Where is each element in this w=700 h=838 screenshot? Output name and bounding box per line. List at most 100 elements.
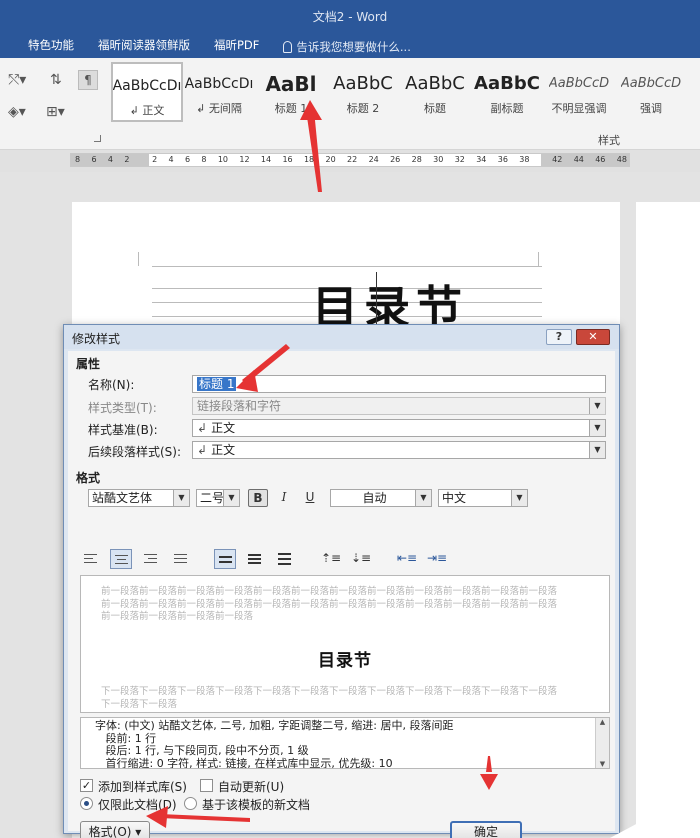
- ok-button[interactable]: 确定: [450, 821, 522, 838]
- chevron-down-icon[interactable]: ▼: [589, 442, 605, 458]
- close-button[interactable]: ✕: [576, 329, 610, 345]
- style-description: 字体: (中文) 站酷文艺体, 二号, 加粗, 字距调整二号, 缩进: 居中, …: [80, 717, 610, 769]
- style-sample: AaBl: [265, 72, 317, 96]
- style-name: 强调: [640, 102, 662, 115]
- header-corner-mark: [138, 252, 139, 266]
- style-sample: AaBbCcD: [548, 76, 610, 91]
- borders-icon[interactable]: ⊞▾: [46, 104, 65, 120]
- style-subtitle[interactable]: AaBbC 副标题: [471, 62, 543, 122]
- underline-button[interactable]: U: [300, 489, 320, 507]
- next-style-select[interactable]: ↲ 正文 ▼: [192, 441, 606, 459]
- format-menu-button[interactable]: 格式(O) ▾: [80, 821, 150, 838]
- asian-layout-icon[interactable]: ⤲▾: [8, 72, 26, 88]
- ruler-number: 28: [411, 155, 422, 164]
- bold-button[interactable]: B: [248, 489, 268, 507]
- new-docs-template-radio[interactable]: [184, 797, 197, 810]
- paragraph-format-toolbar: ⇡≡ ⇣≡ ⇤≡ ⇥≡: [80, 549, 550, 569]
- based-on-select[interactable]: ↲ 正文 ▼: [192, 419, 606, 437]
- style-heading-2[interactable]: AaBbC 标题 2: [327, 62, 399, 122]
- style-name: 标题 1: [274, 102, 308, 115]
- paragraph-launcher-icon[interactable]: [94, 135, 101, 142]
- horizontal-ruler[interactable]: 8 6 4 2 2 4 6 8 10 12 14 16 18 20 22 24 …: [70, 153, 630, 167]
- space-after-icon[interactable]: ⇣≡: [350, 549, 372, 569]
- align-right-icon[interactable]: [140, 549, 162, 569]
- align-left-icon[interactable]: [80, 549, 102, 569]
- font-color-select[interactable]: 自动 ▼: [330, 489, 432, 507]
- next-page-edge: [636, 202, 700, 838]
- styles-group-label: 样式: [598, 134, 620, 147]
- chevron-down-icon: ▼: [589, 398, 605, 414]
- script-select[interactable]: 中文 ▼: [438, 489, 528, 507]
- tab-features[interactable]: 特色功能: [0, 36, 86, 58]
- font-value: 站酷文艺体: [92, 491, 153, 505]
- header-divider: [152, 266, 542, 267]
- based-on-label: 样式基准(B):: [88, 423, 158, 437]
- ruler-number: 6: [184, 155, 191, 164]
- chevron-down-icon[interactable]: ▼: [173, 490, 189, 506]
- tab-foxit-reader[interactable]: 福昕阅读器领鲜版: [86, 36, 202, 58]
- script-value: 中文: [442, 491, 467, 505]
- ribbon-tabs: 特色功能 福昕阅读器领鲜版 福昕PDF 告诉我您想要做什么...: [0, 36, 423, 58]
- help-button[interactable]: ?: [546, 329, 572, 345]
- style-no-spacing[interactable]: AaBbCcDı ↲ 无间隔: [183, 62, 255, 122]
- preview-heading: 目录节: [318, 651, 372, 671]
- ruler-number: 26: [390, 155, 401, 164]
- title-bar: 文档2 - Word 特色功能 福昕阅读器领鲜版 福昕PDF 告诉我您想要做什么…: [0, 0, 700, 58]
- sort-icon[interactable]: ⇅: [50, 72, 62, 88]
- one-half-spacing-icon[interactable]: [244, 549, 266, 569]
- style-normal[interactable]: AaBbCcDı ↲ 正文: [111, 62, 183, 122]
- chevron-down-icon[interactable]: ▼: [511, 490, 527, 506]
- style-sample: AaBbC: [405, 73, 465, 94]
- only-this-document-radio[interactable]: [80, 797, 93, 810]
- new-docs-template-label: 基于该模板的新文档: [202, 798, 311, 812]
- auto-update-checkbox[interactable]: [200, 779, 213, 792]
- preview-previous-paragraph: 前一段落前一段落前一段落前一段落前一段落前一段落前一段落前一段落前一段落前一段落…: [101, 586, 558, 622]
- ruler-number: 22: [347, 155, 358, 164]
- ruler-band: 8 6 4 2 2 4 6 8 10 12 14 16 18 20 22 24 …: [0, 150, 700, 172]
- align-center-icon[interactable]: [110, 549, 132, 569]
- scroll-down-icon[interactable]: ▼: [596, 760, 609, 768]
- chevron-down-icon[interactable]: ▼: [415, 490, 431, 506]
- font-select[interactable]: 站酷文艺体 ▼: [88, 489, 190, 507]
- style-description-text: 字体: (中文) 站酷文艺体, 二号, 加粗, 字距调整二号, 缩进: 居中, …: [95, 719, 454, 769]
- chevron-down-icon[interactable]: ▼: [589, 420, 605, 436]
- format-section-label: 格式: [76, 471, 101, 485]
- description-scrollbar[interactable]: ▲ ▼: [595, 718, 609, 768]
- style-sample: AaBbCcDı: [184, 76, 254, 92]
- paragraph-icon: ↲: [197, 421, 208, 435]
- justify-icon[interactable]: [170, 549, 192, 569]
- add-to-gallery-checkbox[interactable]: ✓: [80, 779, 93, 792]
- style-name: 副标题: [490, 102, 524, 115]
- style-type-value: 链接段落和字符: [197, 399, 282, 413]
- space-before-icon[interactable]: ⇡≡: [320, 549, 342, 569]
- decrease-indent-icon[interactable]: ⇤≡: [396, 549, 418, 569]
- style-name: ↲ 无间隔: [196, 102, 242, 115]
- style-sample: AaBbCcDı: [112, 78, 182, 94]
- style-heading-1[interactable]: AaBl 标题 1: [255, 62, 327, 122]
- auto-update-label: 自动更新(U): [218, 780, 285, 794]
- ruler-number: 48: [616, 155, 627, 164]
- increase-indent-icon[interactable]: ⇥≡: [426, 549, 448, 569]
- style-sample: AaBbC: [474, 73, 540, 94]
- italic-button[interactable]: I: [274, 489, 294, 507]
- size-value: 二号: [200, 491, 225, 505]
- tab-foxit-pdf[interactable]: 福昕PDF: [202, 36, 271, 58]
- scroll-up-icon[interactable]: ▲: [596, 718, 609, 726]
- ruler-number: 2: [152, 155, 158, 164]
- tell-me-box[interactable]: 告诉我您想要做什么...: [271, 36, 422, 58]
- style-name-field[interactable]: 标题 1: [192, 375, 606, 393]
- style-emphasis[interactable]: AaBbCcD 强调: [615, 62, 687, 122]
- size-select[interactable]: 二号 ▼: [196, 489, 240, 507]
- word-window: 文档2 - Word 特色功能 福昕阅读器领鲜版 福昕PDF 告诉我您想要做什么…: [0, 0, 700, 838]
- ruler-number: 38: [519, 155, 530, 164]
- style-title[interactable]: AaBbC 标题: [399, 62, 471, 122]
- style-subtle-emphasis[interactable]: AaBbCcD 不明显强调: [543, 62, 615, 122]
- style-sample: AaBbCcD: [620, 76, 682, 91]
- single-spacing-icon[interactable]: [214, 549, 236, 569]
- style-type-select: 链接段落和字符 ▼: [192, 397, 606, 415]
- shading-icon[interactable]: ◈▾: [8, 104, 26, 120]
- font-color-value: 自动: [362, 491, 387, 505]
- chevron-down-icon[interactable]: ▼: [223, 490, 239, 506]
- double-spacing-icon[interactable]: [274, 549, 296, 569]
- show-marks-icon[interactable]: ¶: [78, 70, 98, 90]
